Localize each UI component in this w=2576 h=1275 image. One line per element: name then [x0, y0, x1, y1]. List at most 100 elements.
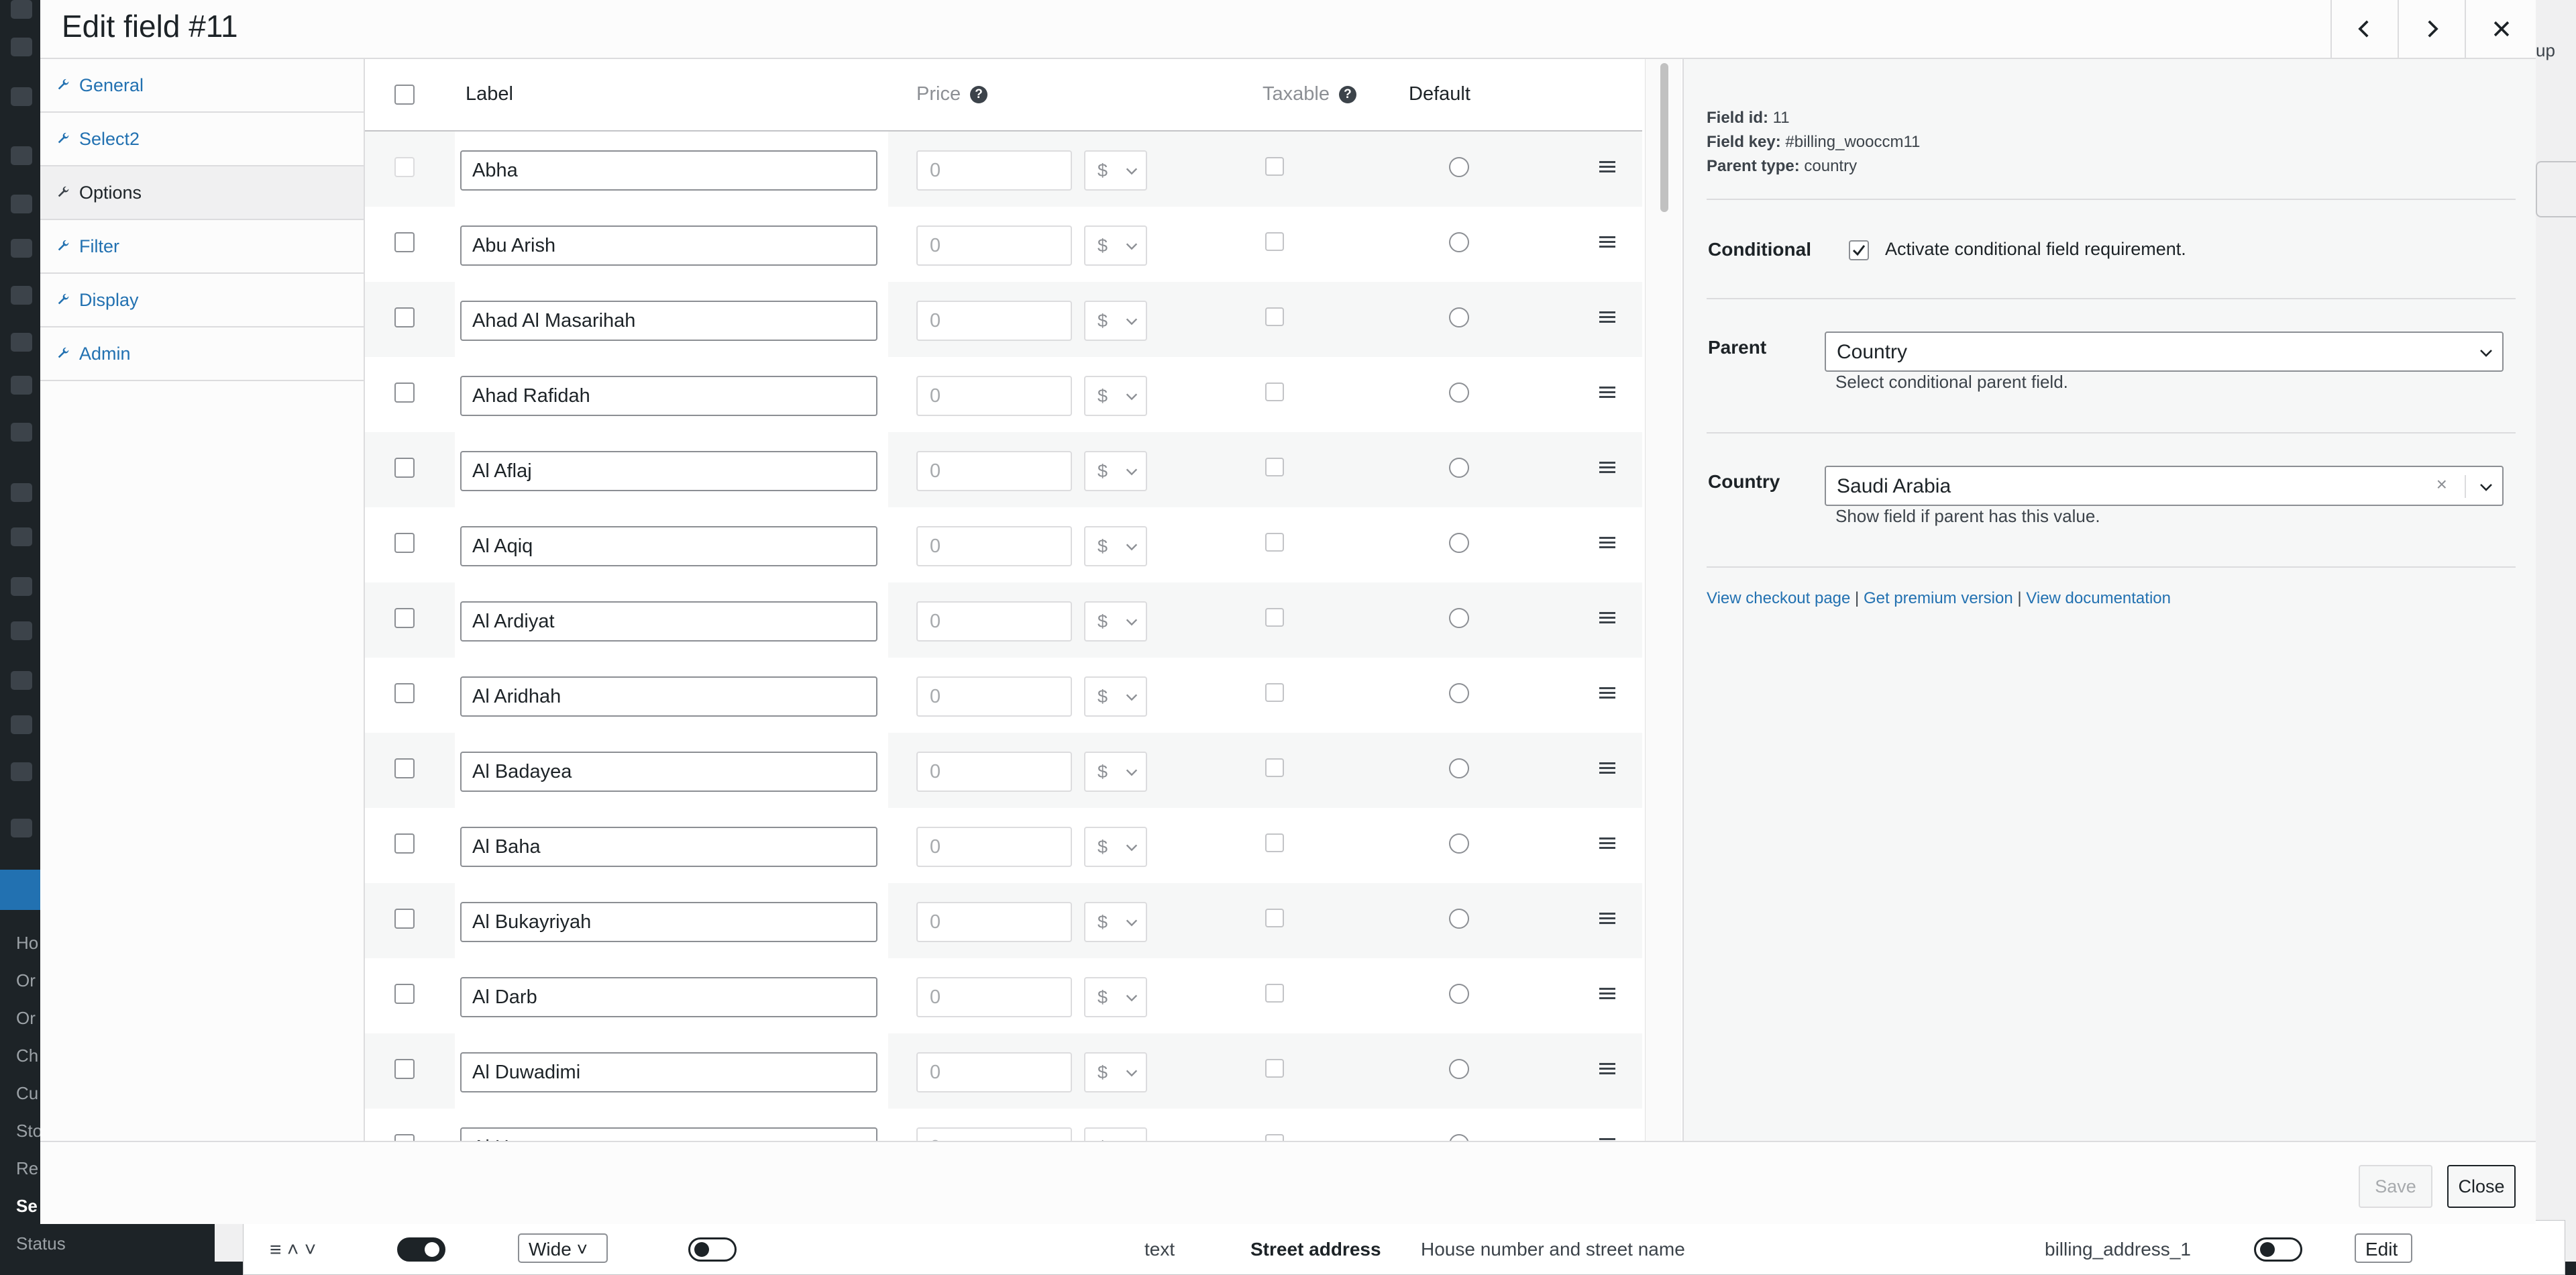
taxable-checkbox[interactable]: [1265, 984, 1284, 1003]
default-radio[interactable]: [1449, 157, 1469, 177]
view-checkout-link[interactable]: View checkout page: [1707, 589, 1850, 607]
option-price-input[interactable]: 0: [916, 676, 1072, 717]
currency-select[interactable]: $: [1084, 301, 1147, 341]
active-menu-highlight[interactable]: [0, 870, 40, 910]
menu-icon[interactable]: [11, 762, 32, 781]
currency-select[interactable]: $: [1084, 225, 1147, 266]
tab-admin[interactable]: Admin: [40, 327, 364, 381]
menu-icon[interactable]: [11, 38, 32, 56]
menu-icon[interactable]: [11, 671, 32, 690]
drag-handle-icon[interactable]: [1599, 988, 1615, 1001]
row-checkbox[interactable]: [394, 382, 415, 403]
option-price-input[interactable]: 0: [916, 451, 1072, 491]
taxable-checkbox[interactable]: [1265, 382, 1284, 401]
currency-select[interactable]: $: [1084, 1127, 1147, 1141]
drag-handle-icon[interactable]: [1599, 612, 1615, 625]
row-checkbox[interactable]: [394, 307, 415, 327]
submenu-item[interactable]: Or: [16, 1008, 36, 1029]
row-checkbox[interactable]: [394, 909, 415, 929]
submenu-item[interactable]: Status: [16, 1233, 66, 1254]
menu-icon[interactable]: [11, 286, 32, 305]
taxable-checkbox[interactable]: [1265, 307, 1284, 326]
close-modal-button[interactable]: [2465, 0, 2537, 58]
option-label-input[interactable]: Al Ardiyat: [460, 601, 877, 642]
default-radio[interactable]: [1449, 833, 1469, 854]
menu-icon[interactable]: [11, 483, 32, 502]
option-price-input[interactable]: 0: [916, 752, 1072, 792]
menu-icon[interactable]: [11, 0, 32, 19]
option-price-input[interactable]: 0: [916, 827, 1072, 867]
default-radio[interactable]: [1449, 683, 1469, 703]
question-circle-icon[interactable]: ?: [970, 86, 988, 104]
currency-select[interactable]: $: [1084, 902, 1147, 942]
background-toggle[interactable]: [688, 1237, 737, 1262]
option-price-input[interactable]: 0: [916, 150, 1072, 191]
taxable-checkbox[interactable]: [1265, 1059, 1284, 1078]
taxable-checkbox[interactable]: [1265, 533, 1284, 552]
tab-select2[interactable]: Select2: [40, 113, 364, 166]
drag-handle-icon[interactable]: [1599, 161, 1615, 174]
currency-select[interactable]: $: [1084, 526, 1147, 566]
row-checkbox[interactable]: [394, 232, 415, 252]
drag-handle-icon[interactable]: [1599, 687, 1615, 701]
menu-icon[interactable]: [11, 87, 32, 106]
taxable-checkbox[interactable]: [1265, 458, 1284, 476]
default-radio[interactable]: [1449, 1134, 1469, 1141]
option-label-input[interactable]: Abha: [460, 150, 877, 191]
taxable-checkbox[interactable]: [1265, 157, 1284, 176]
currency-select[interactable]: $: [1084, 451, 1147, 491]
close-button[interactable]: Close: [2447, 1165, 2516, 1208]
edit-button[interactable]: Edit: [2355, 1233, 2412, 1263]
menu-icon[interactable]: [11, 621, 32, 640]
currency-select[interactable]: $: [1084, 601, 1147, 642]
menu-icon[interactable]: [11, 527, 32, 546]
option-price-input[interactable]: 0: [916, 526, 1072, 566]
view-documentation-link[interactable]: View documentation: [2026, 589, 2171, 607]
option-price-input[interactable]: 0: [916, 1052, 1072, 1092]
row-checkbox[interactable]: [394, 758, 415, 778]
default-radio[interactable]: [1449, 382, 1469, 403]
option-label-input[interactable]: Al Darb: [460, 977, 877, 1017]
option-label-input[interactable]: Al Aridhah: [460, 676, 877, 717]
drag-handle-icon[interactable]: [1599, 913, 1615, 926]
default-radio[interactable]: [1449, 984, 1469, 1004]
currency-select[interactable]: $: [1084, 376, 1147, 416]
row-checkbox[interactable]: [394, 683, 415, 703]
currency-select[interactable]: $: [1084, 676, 1147, 717]
menu-icon[interactable]: [11, 239, 32, 258]
submenu-item[interactable]: Sto: [16, 1121, 42, 1141]
menu-icon[interactable]: [11, 819, 32, 837]
submenu-item[interactable]: Or: [16, 970, 36, 991]
row-checkbox[interactable]: [394, 833, 415, 854]
drag-handle-icon[interactable]: [1599, 236, 1615, 250]
option-price-input[interactable]: 0: [916, 301, 1072, 341]
prev-button[interactable]: [2330, 0, 2398, 58]
tab-options[interactable]: Options: [40, 166, 364, 220]
option-label-input[interactable]: Abu Arish: [460, 225, 877, 266]
drag-handle-icon[interactable]: [1599, 1063, 1615, 1076]
option-label-input[interactable]: Al Bukayriyah: [460, 902, 877, 942]
submenu-item[interactable]: Ch: [16, 1046, 38, 1066]
drag-handle-icon[interactable]: [1599, 537, 1615, 550]
option-price-input[interactable]: 0: [916, 902, 1072, 942]
currency-select[interactable]: $: [1084, 150, 1147, 191]
row-checkbox[interactable]: [394, 1134, 415, 1141]
clear-icon[interactable]: ×: [2436, 474, 2447, 495]
tab-filter[interactable]: Filter: [40, 220, 364, 274]
taxable-checkbox[interactable]: [1265, 833, 1284, 852]
next-button[interactable]: [2398, 0, 2465, 58]
default-radio[interactable]: [1449, 909, 1469, 929]
default-radio[interactable]: [1449, 608, 1469, 628]
row-checkbox[interactable]: [394, 1059, 415, 1079]
background-toggle[interactable]: [397, 1237, 445, 1262]
save-button[interactable]: Save: [2359, 1165, 2432, 1208]
menu-icon[interactable]: [11, 333, 32, 352]
default-radio[interactable]: [1449, 232, 1469, 252]
submenu-item[interactable]: Se: [16, 1196, 38, 1217]
scrollbar[interactable]: [1645, 59, 1681, 1141]
taxable-checkbox[interactable]: [1265, 608, 1284, 627]
background-toggle[interactable]: [2254, 1237, 2302, 1262]
question-circle-icon[interactable]: ?: [1338, 86, 1356, 104]
default-radio[interactable]: [1449, 1059, 1469, 1079]
drag-handle-icon[interactable]: [1599, 762, 1615, 776]
